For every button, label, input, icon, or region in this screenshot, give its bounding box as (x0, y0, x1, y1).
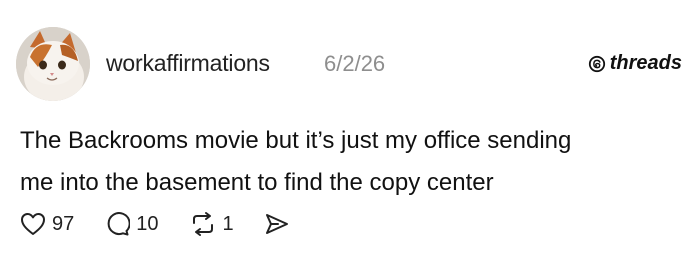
heart-icon (20, 212, 46, 236)
threads-brand: threads (588, 52, 682, 75)
reply-count: 10 (136, 212, 159, 235)
timestamp: 6/2/26 (324, 51, 386, 76)
brand-label: threads (609, 52, 682, 74)
cat-avatar-image (16, 27, 90, 101)
repost-icon (189, 211, 217, 237)
share-icon (264, 212, 290, 236)
post-text: The Backrooms movie but it’s just my off… (20, 120, 680, 204)
avatar[interactable] (16, 27, 90, 101)
like-count: 97 (52, 212, 75, 235)
post-text-line: The Backrooms movie but it’s just my off… (20, 127, 572, 154)
username[interactable]: workaffirmations (106, 50, 270, 77)
post-text-line: me into the basement to find the copy ce… (20, 169, 494, 196)
repost-button[interactable]: 1 (189, 211, 234, 237)
comment-icon (104, 211, 131, 237)
repost-count: 1 (222, 212, 234, 235)
reply-button[interactable]: 10 (104, 211, 159, 237)
action-bar: 97 10 1 (20, 207, 320, 241)
like-button[interactable]: 97 (20, 212, 74, 236)
threads-logo-icon (588, 55, 606, 73)
share-button[interactable] (264, 212, 290, 236)
